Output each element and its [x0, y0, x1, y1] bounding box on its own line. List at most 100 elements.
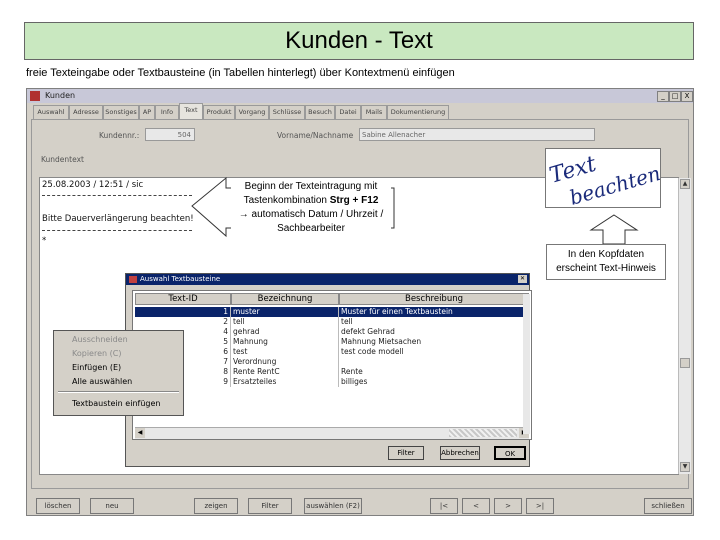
tab-mails[interactable]: Mails [361, 105, 387, 119]
cell-beschreibung: Rente [339, 367, 529, 377]
dialog-close-icon[interactable]: ✕ [518, 275, 527, 283]
cell-bezeichnung: muster [231, 307, 339, 317]
filter-button[interactable]: Filter [248, 498, 292, 514]
select-f2-button[interactable]: auswählen (F2) [304, 498, 362, 514]
scroll-down-arrow-icon[interactable]: ▼ [680, 462, 690, 472]
cell-bezeichnung: Mahnung [231, 337, 339, 347]
first-record-button[interactable]: |< [430, 498, 458, 514]
cell-bezeichnung: Verordnung [231, 357, 339, 367]
delete-button[interactable]: löschen [36, 498, 80, 514]
table-row[interactable]: 7 Verordnung [135, 357, 529, 367]
menu-item-insert-text-module[interactable]: Textbaustein einfügen [72, 399, 160, 408]
last-record-button[interactable]: >| [526, 498, 554, 514]
grid-horizontal-scrollbar[interactable]: ◀ ▶ [135, 427, 529, 439]
slide-subtitle: freie Texteingabe oder Textbausteine (in… [26, 67, 455, 79]
app-icon [30, 91, 40, 101]
tab-vorgang[interactable]: Vorgang [235, 105, 269, 119]
dialog-cancel-button[interactable]: Abbrechen [440, 446, 480, 460]
window-title: Kunden [45, 91, 76, 100]
table-row[interactable]: 6 test test code modell [135, 347, 529, 357]
kundennr-field[interactable]: 504 [145, 128, 195, 141]
scroll-left-arrow-icon[interactable]: ◀ [135, 428, 145, 438]
next-record-button[interactable]: > [494, 498, 522, 514]
context-menu-items: Ausschneiden Kopieren (C) Einfügen (E) Alle… [54, 331, 183, 391]
callout-line: Beginn der Texteintragung mit [244, 181, 378, 192]
cell-beschreibung: Muster für einen Textbaustein [339, 307, 529, 317]
tab-text[interactable]: Text [179, 103, 203, 119]
cell-bezeichnung: gehrad [231, 327, 339, 337]
cell-beschreibung: test code modell [339, 347, 529, 357]
menu-item[interactable]: Kopieren (C) [72, 349, 121, 358]
dialog-ok-button[interactable]: OK [494, 446, 526, 460]
up-arrow-icon [589, 214, 639, 245]
cell-text-id: 2 [135, 317, 231, 327]
cell-bezeichnung: tell [231, 317, 339, 327]
text-scrollbar[interactable]: ▲ ▼ [678, 178, 691, 474]
table-row[interactable]: 2 tell tell [135, 317, 529, 327]
column-header-bezeichnung[interactable]: Bezeichnung [231, 293, 339, 305]
tab-adresse[interactable]: Adresse [69, 105, 103, 119]
hint-line: In den Kopfdaten [567, 249, 645, 260]
callout-text: Beginn der Texteintragung mit Tastenkomb… [231, 180, 391, 236]
scroll-track-hatched [449, 429, 517, 437]
window-titlebar[interactable]: Kunden _ □ X [27, 89, 693, 103]
tab-sonstiges[interactable]: Sonstiges [103, 105, 139, 119]
dialog-filter-button[interactable]: Filter [388, 446, 424, 460]
callout-line: Sachbearbeiter [277, 223, 345, 234]
tab-dokumentierung[interactable]: Dokumentierung [387, 105, 449, 119]
menu-separator [58, 391, 179, 393]
divider [42, 195, 192, 196]
table-row[interactable]: 1 muster Muster für einen Textbaustein [135, 307, 529, 317]
shortcut-text: Strg + F12 [329, 195, 379, 206]
cell-beschreibung [339, 357, 529, 367]
context-menu: Ausschneiden Kopieren (C) Einfügen (E) Alle… [53, 330, 184, 416]
table-row[interactable]: 8 Rente RentC Rente [135, 367, 529, 377]
table-row[interactable]: 9 Ersatzteiles billiges [135, 377, 529, 387]
minimize-button[interactable]: _ [657, 91, 669, 102]
show-button[interactable]: zeigen [194, 498, 238, 514]
column-header-text-id[interactable]: Text-ID [135, 293, 231, 305]
previous-record-button[interactable]: < [462, 498, 490, 514]
close-button[interactable]: X [681, 91, 693, 102]
text-modules-grid: Text-ID Bezeichnung Beschreibung 1 muster… [132, 290, 532, 440]
cell-beschreibung: Mahnung Mietsachen [339, 337, 529, 347]
menu-item[interactable]: Ausschneiden [72, 335, 128, 344]
table-row[interactable]: 4 gehrad defekt Gehrad [135, 327, 529, 337]
hint-line: erscheint Text-Hinweis [556, 263, 656, 274]
text-line-note: Bitte Dauerverlängerung beachten! [42, 214, 194, 224]
cell-bezeichnung: Ersatzteiles [231, 377, 339, 387]
tab-datei[interactable]: Datei [335, 105, 361, 119]
new-button[interactable]: neu [90, 498, 134, 514]
dialog-app-icon [129, 276, 137, 283]
tab-schluesse[interactable]: Schlüsse [269, 105, 305, 119]
callout-line: Tastenkombination Strg + F12 [231, 194, 391, 208]
text-section-label: Kundentext [41, 155, 84, 164]
table-row[interactable]: 5 Mahnung Mahnung Mietsachen [135, 337, 529, 347]
text-modules-dialog: Auswahl Textbausteine ✕ Text-ID Bezeichn… [125, 273, 532, 467]
text-warning-stamp: Text beachten [545, 148, 661, 208]
tab-ap[interactable]: AP [139, 105, 155, 119]
tab-produkt[interactable]: Produkt [203, 105, 235, 119]
close-window-button[interactable]: schließen [644, 498, 692, 514]
scroll-up-arrow-icon[interactable]: ▲ [680, 179, 690, 189]
scroll-thumb[interactable] [680, 358, 690, 368]
slide-title: Kunden - Text [24, 22, 694, 60]
menu-item[interactable]: Alle auswählen [72, 377, 132, 386]
dialog-titlebar[interactable]: Auswahl Textbausteine ✕ [126, 274, 529, 285]
maximize-button[interactable]: □ [669, 91, 681, 102]
tab-besuch[interactable]: Besuch [305, 105, 335, 119]
text-line-timestamp: 25.08.2003 / 12:51 / sic [42, 180, 144, 190]
name-field[interactable]: Sabine Allenacher [359, 128, 595, 141]
tab-info[interactable]: Info [155, 105, 179, 119]
kundennr-label: Kundennr.: [99, 131, 140, 140]
cell-beschreibung: billiges [339, 377, 529, 387]
dialog-title: Auswahl Textbausteine [140, 275, 221, 283]
grid-vertical-scrollbar[interactable] [523, 294, 530, 434]
name-label: Vorname/Nachname [277, 131, 354, 140]
tab-auswahl[interactable]: Auswahl [33, 105, 69, 119]
column-header-beschreibung[interactable]: Beschreibung [339, 293, 529, 305]
menu-item[interactable]: Einfügen (E) [72, 363, 121, 372]
text-line-cursor: * [42, 236, 47, 246]
callout-line-prefix: Tastenkombination [243, 195, 330, 206]
cell-text-id: 1 [135, 307, 231, 317]
